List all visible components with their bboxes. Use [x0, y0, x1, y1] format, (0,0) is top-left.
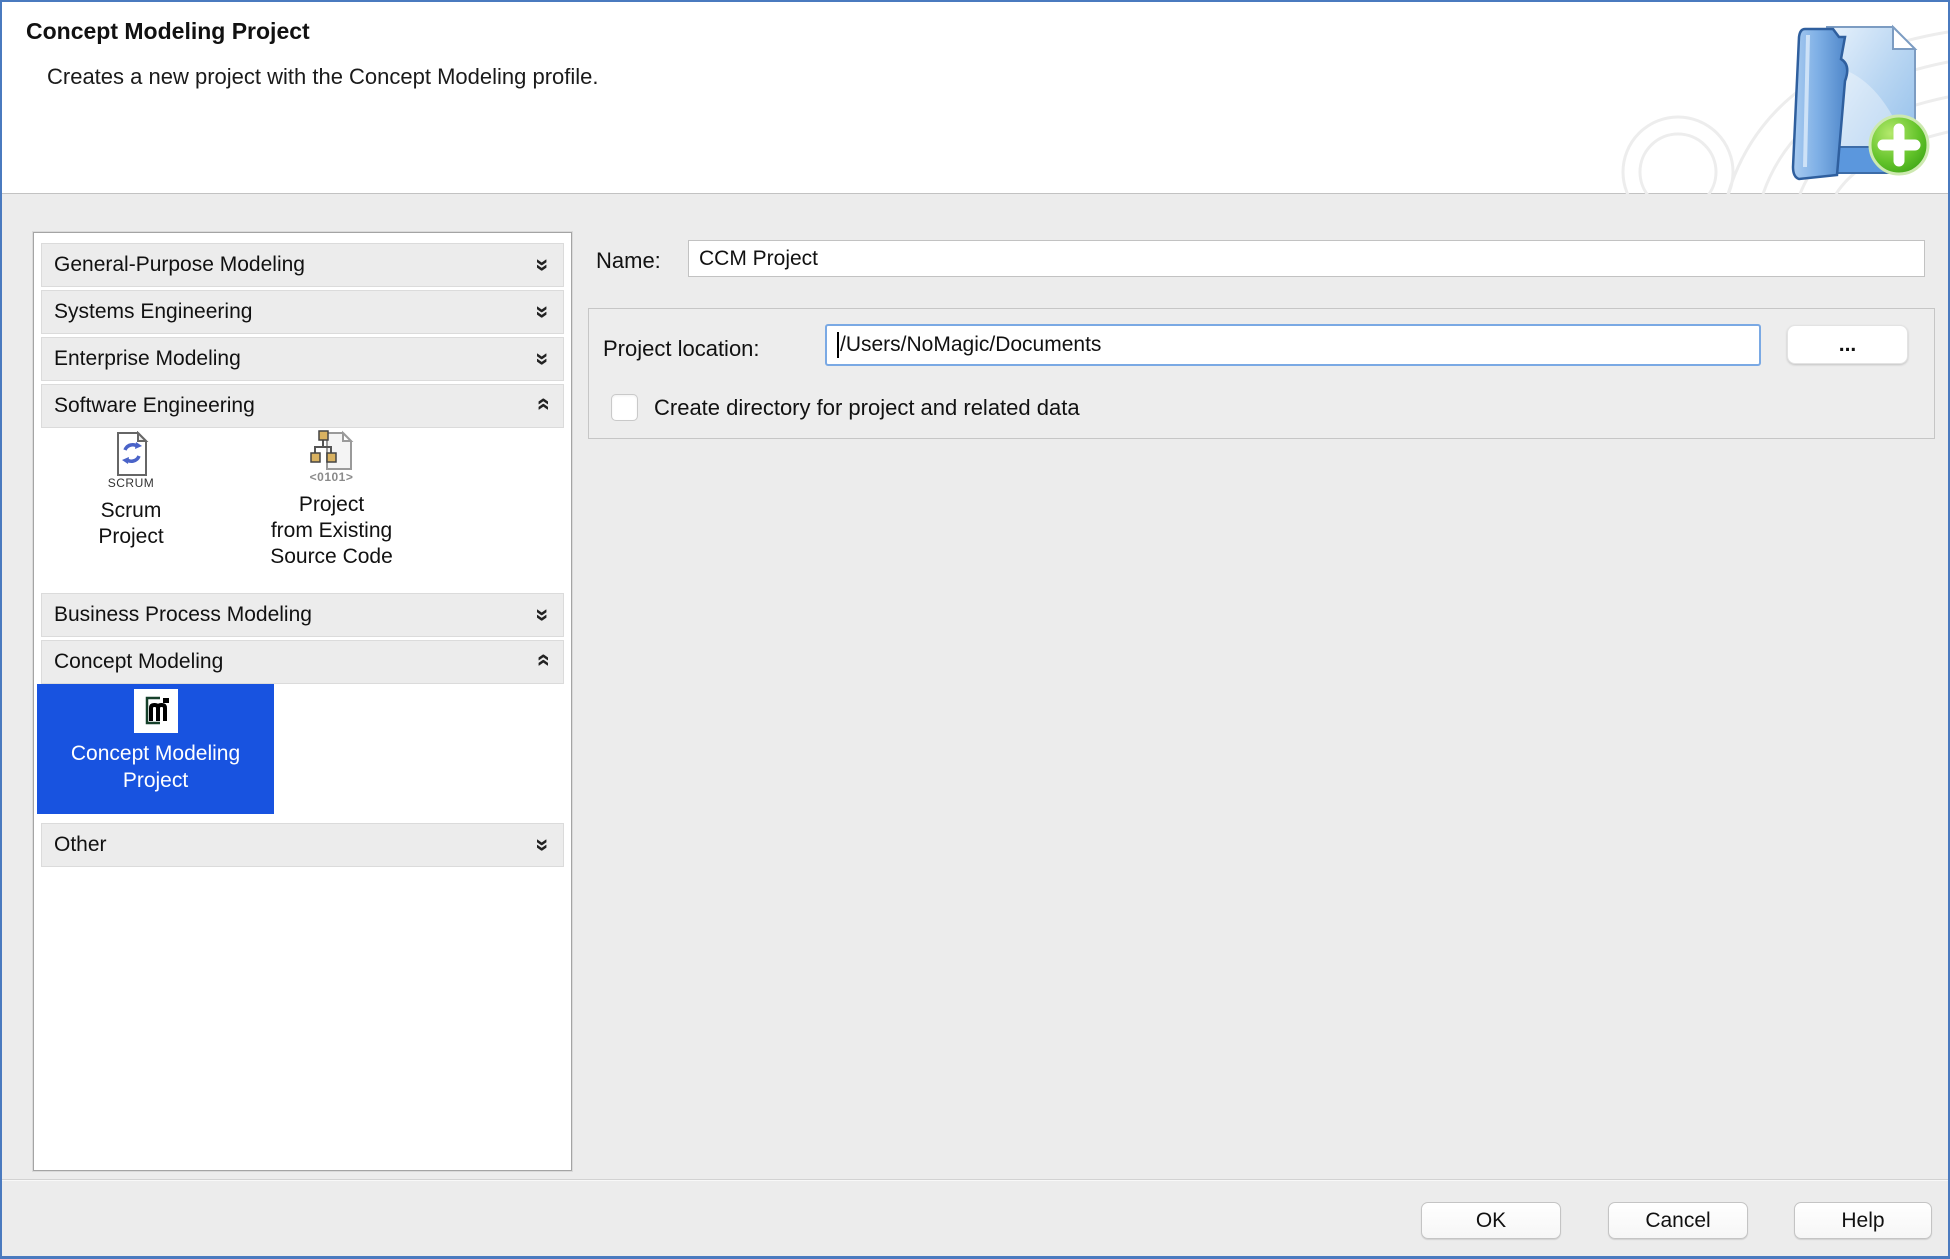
category-general-purpose-modeling[interactable]: General-Purpose Modeling »	[41, 243, 564, 287]
create-directory-row: Create directory for project and related…	[611, 394, 1080, 421]
item-scrum-project[interactable]: SCRUM Scrum Project	[56, 431, 206, 550]
chevron-double-down-icon[interactable]: »	[530, 258, 554, 271]
project-location-label: Project location:	[603, 336, 760, 362]
chevron-double-down-icon[interactable]: »	[530, 608, 554, 621]
category-other[interactable]: Other »	[41, 823, 564, 867]
page-subtitle: Creates a new project with the Concept M…	[47, 64, 599, 90]
chevron-double-down-icon[interactable]: »	[530, 305, 554, 318]
name-label: Name:	[596, 248, 661, 274]
category-systems-engineering[interactable]: Systems Engineering »	[41, 290, 564, 334]
category-enterprise-modeling[interactable]: Enterprise Modeling »	[41, 337, 564, 381]
project-name-input[interactable]: CCM Project	[688, 240, 1925, 277]
dialog-footer: OK Cancel Help	[2, 1179, 1948, 1256]
project-location-value: /Users/NoMagic/Documents	[840, 333, 1101, 357]
project-category-panel: General-Purpose Modeling » Systems Engin…	[33, 232, 572, 1171]
chevron-double-up-icon[interactable]: »	[530, 653, 554, 666]
text-caret	[837, 332, 839, 358]
category-label: Systems Engineering	[42, 300, 252, 324]
item-label: Scrum Project	[56, 498, 206, 550]
source-code-project-icon	[309, 427, 355, 473]
item-concept-modeling-project-selected[interactable]: Concept Modeling Project	[37, 684, 274, 814]
browse-location-button[interactable]: ...	[1787, 325, 1908, 364]
category-label: Software Engineering	[42, 394, 255, 418]
category-label: General-Purpose Modeling	[42, 253, 305, 277]
source-code-icon-caption: <0101>	[219, 470, 444, 484]
item-project-from-existing-source-code[interactable]: <0101> Project from Existing Source Code	[219, 427, 444, 570]
create-directory-checkbox[interactable]	[611, 394, 638, 421]
new-project-folder-icon	[1775, 7, 1930, 187]
category-concept-modeling[interactable]: Concept Modeling »	[41, 640, 564, 684]
page-title: Concept Modeling Project	[26, 18, 310, 45]
cancel-button[interactable]: Cancel	[1608, 1202, 1748, 1239]
project-name-value: CCM Project	[699, 247, 818, 271]
help-button[interactable]: Help	[1794, 1202, 1932, 1239]
category-label: Concept Modeling	[42, 650, 223, 674]
item-label: Concept Modeling Project	[37, 740, 274, 794]
chevron-double-down-icon[interactable]: »	[530, 352, 554, 365]
item-label: Project from Existing Source Code	[219, 492, 444, 570]
category-label: Enterprise Modeling	[42, 347, 241, 371]
project-location-groupbox: Project location: /Users/NoMagic/Documen…	[588, 308, 1935, 439]
new-project-dialog: Concept Modeling Project Creates a new p…	[0, 0, 1950, 1259]
category-label: Other	[42, 833, 107, 857]
category-business-process-modeling[interactable]: Business Process Modeling »	[41, 593, 564, 637]
category-label: Business Process Modeling	[42, 603, 312, 627]
chevron-double-down-icon[interactable]: »	[530, 838, 554, 851]
scrum-icon-caption: SCRUM	[56, 476, 206, 490]
project-location-input[interactable]: /Users/NoMagic/Documents	[825, 324, 1761, 366]
ok-button[interactable]: OK	[1421, 1202, 1561, 1239]
scrum-project-icon	[110, 431, 152, 479]
create-directory-label: Create directory for project and related…	[654, 395, 1080, 421]
category-software-engineering[interactable]: Software Engineering »	[41, 384, 564, 428]
dialog-header: Concept Modeling Project Creates a new p…	[2, 2, 1948, 194]
concept-modeling-project-icon	[134, 689, 178, 733]
chevron-double-up-icon[interactable]: »	[530, 397, 554, 410]
